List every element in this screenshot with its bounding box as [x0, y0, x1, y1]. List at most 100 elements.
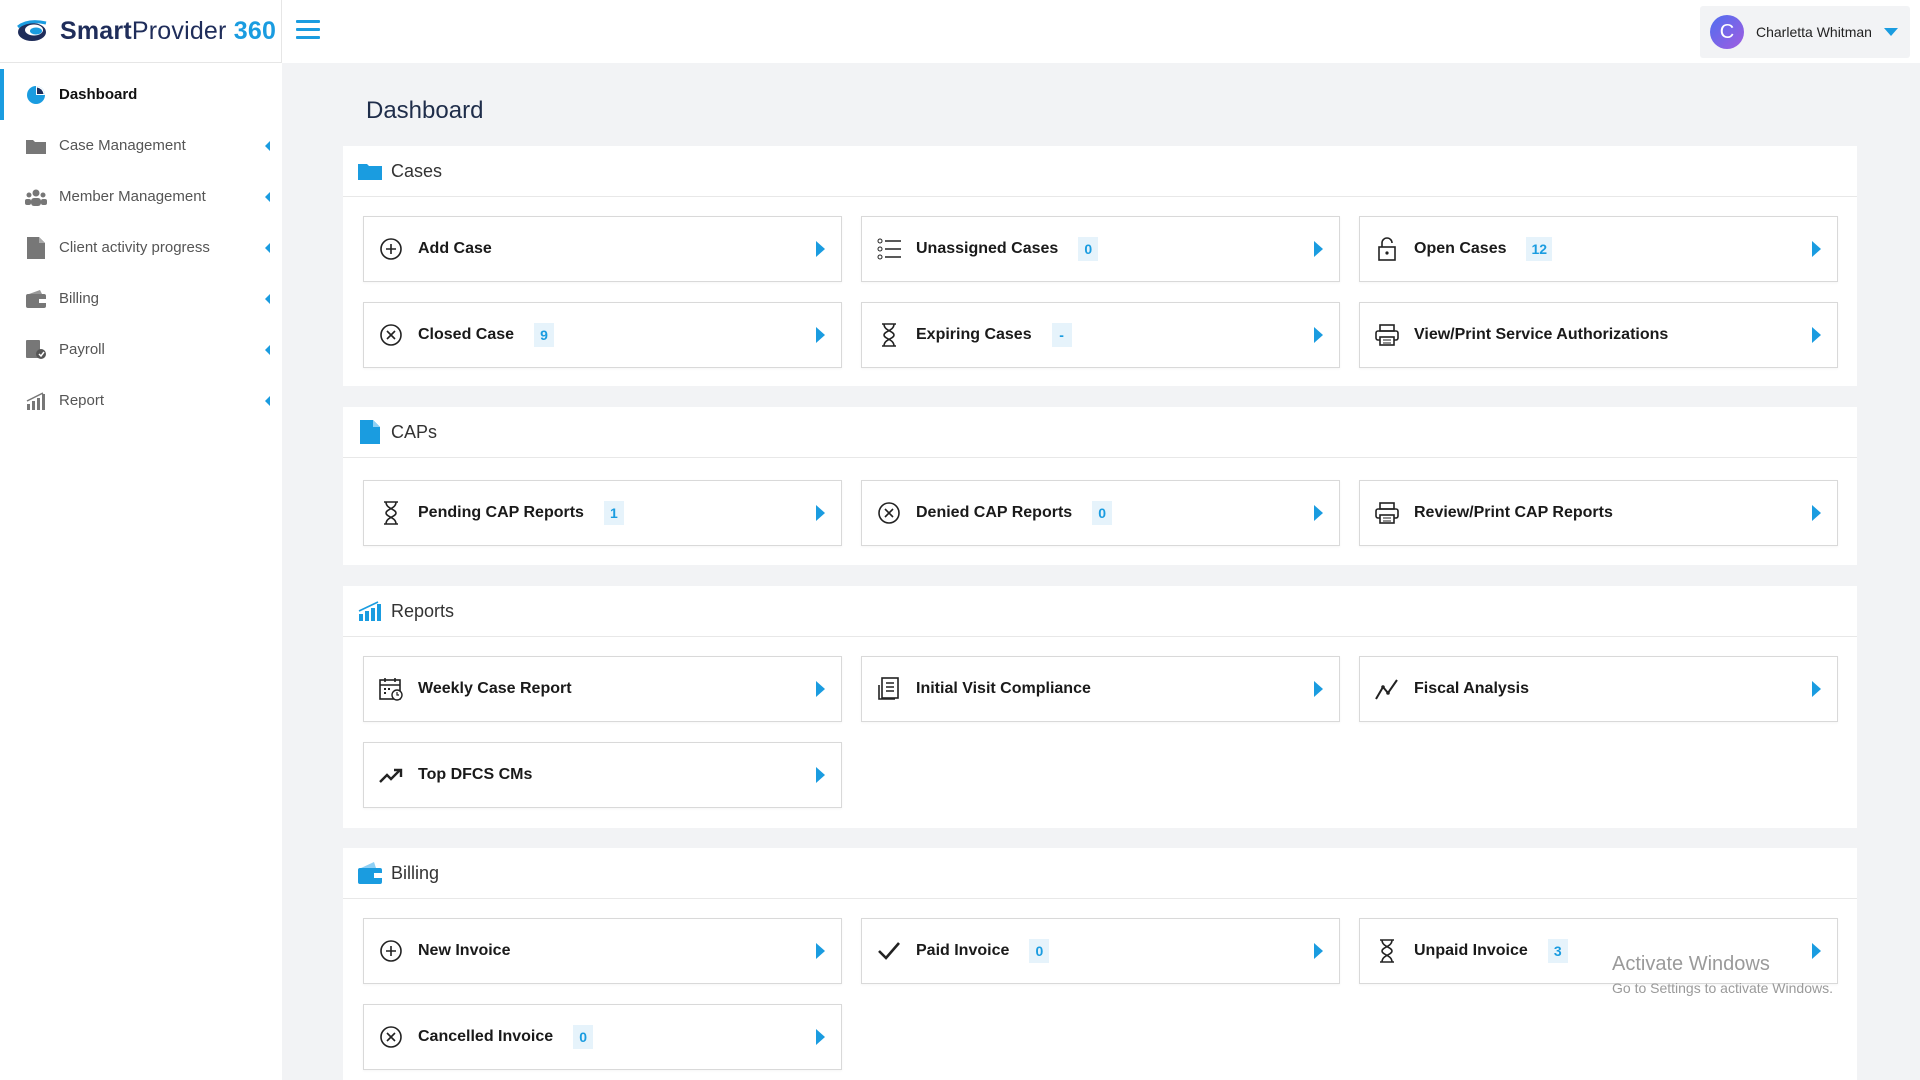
sidebar-item-label: Dashboard [59, 86, 138, 103]
sidebar-item-report[interactable]: Report [0, 375, 282, 426]
user-menu[interactable]: C Charletta Whitman [1700, 6, 1910, 58]
wallet-icon [25, 288, 47, 310]
arrow-right-icon [1812, 327, 1821, 343]
card-label: Pending CAP Reports [418, 504, 584, 521]
reports-section: Reports Weekly Case Report Initial Visit… [343, 586, 1857, 828]
folder-icon [25, 135, 47, 157]
cancelled-invoice-card[interactable]: Cancelled Invoice 0 [363, 1004, 842, 1070]
brand-name: SmartProvider 360 [60, 16, 277, 45]
section-header: Reports [343, 586, 1857, 637]
sidebar-item-label: Member Management [59, 188, 206, 205]
menu-toggle-icon[interactable] [296, 20, 320, 40]
avatar: C [1710, 15, 1744, 49]
arrow-right-icon [1314, 505, 1323, 521]
view-print-service-authorizations-card[interactable]: View/Print Service Authorizations [1359, 302, 1838, 368]
fiscal-analysis-card[interactable]: Fiscal Analysis [1359, 656, 1838, 722]
top-dfcs-cms-card[interactable]: Top DFCS CMs [363, 742, 842, 808]
arrow-right-icon [1812, 505, 1821, 521]
folder-icon [357, 159, 383, 183]
x-circle-icon [876, 500, 902, 526]
hourglass-icon [378, 500, 404, 526]
count-badge: - [1051, 323, 1072, 347]
card-label: Denied CAP Reports [916, 504, 1073, 521]
count-badge: 0 [1092, 501, 1113, 525]
count-badge: 12 [1526, 237, 1553, 261]
chevron-left-icon [265, 243, 270, 253]
sidebar-item-case-management[interactable]: Case Management [0, 120, 282, 171]
sidebar-item-payroll[interactable]: Payroll [0, 324, 282, 375]
sidebar: Dashboard Case Management Member Managem… [0, 63, 282, 1080]
activate-windows-watermark: Activate Windows Go to Settings to activ… [1612, 953, 1833, 996]
section-header: Billing [343, 848, 1857, 899]
wallet-icon [357, 861, 383, 885]
top-bar: SmartProvider 360 C Charletta Whitman [0, 0, 1920, 63]
people-icon [25, 186, 47, 208]
logo-icon [17, 20, 47, 41]
printer-icon [1374, 322, 1400, 348]
count-badge: 0 [573, 1025, 594, 1049]
x-circle-icon [378, 322, 404, 348]
hourglass-icon [1374, 938, 1400, 964]
user-name: Charletta Whitman [1756, 24, 1872, 40]
sidebar-item-member-management[interactable]: Member Management [0, 171, 282, 222]
arrow-right-icon [1314, 241, 1323, 257]
sidebar-item-label: Payroll [59, 341, 105, 358]
sidebar-item-label: Client activity progress [59, 239, 210, 256]
chevron-left-icon [265, 345, 270, 355]
check-icon [876, 938, 902, 964]
count-badge: 3 [1547, 939, 1568, 963]
review-print-cap-reports-card[interactable]: Review/Print CAP Reports [1359, 480, 1838, 546]
expiring-cases-card[interactable]: Expiring Cases - [861, 302, 1340, 368]
weekly-case-report-card[interactable]: Weekly Case Report [363, 656, 842, 722]
page-title: Dashboard [366, 97, 484, 124]
line-chart-icon [1374, 676, 1400, 702]
initial-visit-compliance-card[interactable]: Initial Visit Compliance [861, 656, 1340, 722]
chevron-down-icon [1883, 28, 1898, 36]
denied-cap-reports-card[interactable]: Denied CAP Reports 0 [861, 480, 1340, 546]
sidebar-item-label: Case Management [59, 137, 186, 154]
count-badge: 1 [603, 501, 624, 525]
card-label: Top DFCS CMs [418, 766, 533, 783]
arrow-right-icon [816, 943, 825, 959]
brand-logo[interactable]: SmartProvider 360 [0, 0, 282, 63]
sidebar-item-billing[interactable]: Billing [0, 273, 282, 324]
sidebar-item-label: Report [59, 392, 105, 409]
plus-circle-icon [378, 938, 404, 964]
unassigned-cases-card[interactable]: Unassigned Cases 0 [861, 216, 1340, 282]
calendar-icon [378, 676, 404, 702]
section-title: Reports [391, 600, 455, 621]
hourglass-icon [876, 322, 902, 348]
card-label: Review/Print CAP Reports [1414, 504, 1613, 521]
watermark-title: Activate Windows [1612, 953, 1770, 975]
card-label: Cancelled Invoice [418, 1028, 554, 1045]
chevron-left-icon [265, 141, 270, 151]
paid-invoice-card[interactable]: Paid Invoice 0 [861, 918, 1340, 984]
card-label: View/Print Service Authorizations [1414, 326, 1669, 343]
new-invoice-card[interactable]: New Invoice [363, 918, 842, 984]
receipt-icon [876, 676, 902, 702]
card-label: Weekly Case Report [418, 680, 572, 697]
bar-chart-icon [25, 390, 47, 412]
arrow-right-icon [1812, 681, 1821, 697]
arrow-right-icon [816, 327, 825, 343]
pending-cap-reports-card[interactable]: Pending CAP Reports 1 [363, 480, 842, 546]
cases-section: Cases Add Case Unassigned Cases 0 Open C… [343, 146, 1857, 386]
sidebar-item-label: Billing [59, 290, 100, 307]
card-label: Unpaid Invoice [1414, 942, 1528, 959]
list-icon [876, 236, 902, 262]
sidebar-item-dashboard[interactable]: Dashboard [0, 69, 282, 120]
sidebar-item-client-activity[interactable]: Client activity progress [0, 222, 282, 273]
arrow-right-icon [816, 241, 825, 257]
section-title: Cases [391, 160, 443, 181]
arrow-right-icon [816, 767, 825, 783]
arrow-right-icon [816, 681, 825, 697]
card-label: Expiring Cases [916, 326, 1032, 343]
open-cases-card[interactable]: Open Cases 12 [1359, 216, 1838, 282]
section-header: CAPs [343, 407, 1857, 458]
closed-case-card[interactable]: Closed Case 9 [363, 302, 842, 368]
arrow-right-icon [816, 505, 825, 521]
card-label: Initial Visit Compliance [916, 680, 1091, 697]
add-case-card[interactable]: Add Case [363, 216, 842, 282]
section-header: Cases [343, 146, 1857, 197]
count-badge: 0 [1078, 237, 1099, 261]
